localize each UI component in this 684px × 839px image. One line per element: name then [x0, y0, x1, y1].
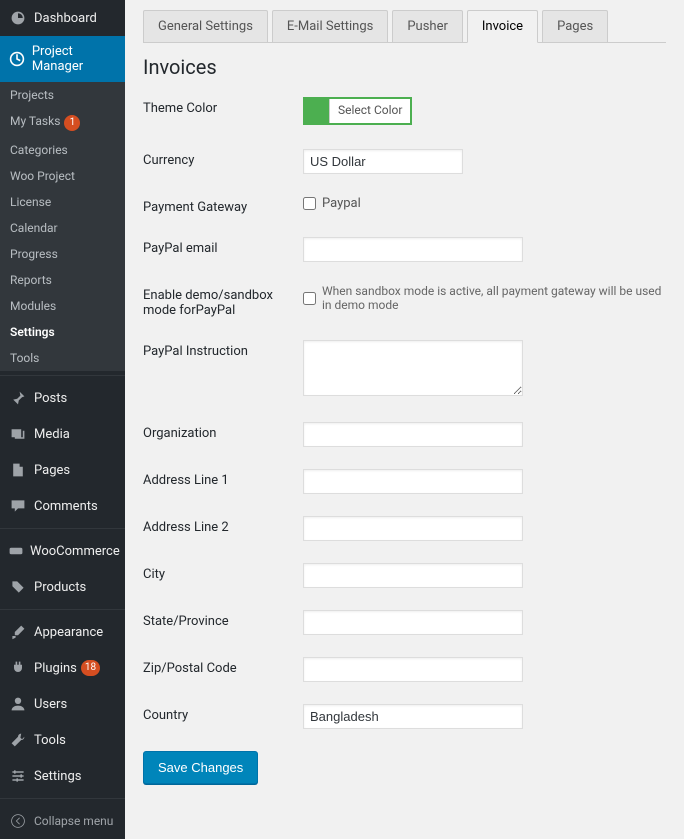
sidebar-item-comments[interactable]: Comments [0, 488, 125, 524]
sidebar-item-posts[interactable]: Posts [0, 380, 125, 416]
gateway-label: Payment Gateway [143, 196, 303, 215]
select-color-button[interactable]: Select Color [303, 97, 412, 125]
city-input[interactable] [303, 563, 523, 588]
pin-icon [8, 388, 28, 408]
products-icon [8, 577, 28, 597]
zip-input[interactable] [303, 657, 523, 682]
tab-invoice[interactable]: Invoice [467, 10, 538, 43]
tab-email-settings[interactable]: E-Mail Settings [272, 10, 388, 42]
currency-input[interactable] [303, 149, 463, 174]
wrench-icon [8, 730, 28, 750]
org-label: Organization [143, 422, 303, 441]
brush-icon [8, 622, 28, 642]
sidebar-item-settings[interactable]: Settings [0, 758, 125, 794]
main-content: General Settings E-Mail Settings Pusher … [125, 0, 684, 839]
tasks-badge: 1 [64, 115, 80, 131]
page-icon [8, 460, 28, 480]
tab-pusher[interactable]: Pusher [392, 10, 463, 42]
collapse-menu[interactable]: Collapse menu [0, 803, 125, 839]
submenu-item-settings[interactable]: Settings [0, 319, 125, 345]
state-label: State/Province [143, 610, 303, 629]
addr1-label: Address Line 1 [143, 469, 303, 488]
paypal-email-label: PayPal email [143, 237, 303, 256]
country-input[interactable] [303, 704, 523, 729]
sidebar-item-dashboard[interactable]: Dashboard [0, 0, 125, 36]
sidebar-item-appearance[interactable]: Appearance [0, 614, 125, 650]
settings-tabs: General Settings E-Mail Settings Pusher … [143, 10, 666, 43]
submenu-item-modules[interactable]: Modules [0, 293, 125, 319]
color-swatch [305, 99, 329, 123]
paypal-checkbox[interactable] [303, 197, 316, 210]
org-input[interactable] [303, 422, 523, 447]
instruction-textarea[interactable] [303, 340, 523, 396]
country-label: Country [143, 704, 303, 723]
zip-label: Zip/Postal Code [143, 657, 303, 676]
select-color-label: Select Color [329, 99, 410, 123]
woo-icon [8, 541, 24, 561]
sidebar-label: Project Manager [32, 44, 117, 74]
sidebar-item-plugins[interactable]: Plugins18 [0, 650, 125, 686]
sidebar-submenu: Projects My Tasks1 Categories Woo Projec… [0, 82, 125, 371]
submenu-item-categories[interactable]: Categories [0, 137, 125, 163]
collapse-icon [8, 811, 28, 831]
submenu-item-progress[interactable]: Progress [0, 241, 125, 267]
addr2-label: Address Line 2 [143, 516, 303, 535]
theme-color-label: Theme Color [143, 97, 303, 116]
state-input[interactable] [303, 610, 523, 635]
sliders-icon [8, 766, 28, 786]
plugin-icon [8, 658, 28, 678]
submenu-item-reports[interactable]: Reports [0, 267, 125, 293]
sidebar-item-project-manager[interactable]: Project Manager [0, 36, 125, 82]
sandbox-checkbox[interactable] [303, 292, 316, 305]
submenu-item-my-tasks[interactable]: My Tasks1 [0, 108, 125, 137]
sidebar-label: Dashboard [34, 11, 97, 26]
addr1-input[interactable] [303, 469, 523, 494]
addr2-input[interactable] [303, 516, 523, 541]
project-manager-icon [8, 49, 26, 69]
plugins-badge: 18 [81, 660, 100, 676]
sandbox-label: Enable demo/sandbox mode forPayPal [143, 284, 303, 318]
paypal-email-input[interactable] [303, 237, 523, 262]
comment-icon [8, 496, 28, 516]
admin-sidebar: Dashboard Project Manager Projects My Ta… [0, 0, 125, 839]
sidebar-item-tools[interactable]: Tools [0, 722, 125, 758]
page-title: Invoices [143, 55, 666, 79]
submenu-item-calendar[interactable]: Calendar [0, 215, 125, 241]
sidebar-item-media[interactable]: Media [0, 416, 125, 452]
tab-pages[interactable]: Pages [542, 10, 608, 42]
submenu-item-woo-project[interactable]: Woo Project [0, 163, 125, 189]
currency-label: Currency [143, 149, 303, 168]
paypal-option-label: Paypal [322, 196, 361, 211]
instruction-label: PayPal Instruction [143, 340, 303, 359]
sidebar-item-users[interactable]: Users [0, 686, 125, 722]
submenu-item-tools[interactable]: Tools [0, 345, 125, 371]
tab-general-settings[interactable]: General Settings [143, 10, 268, 42]
submenu-item-projects[interactable]: Projects [0, 82, 125, 108]
media-icon [8, 424, 28, 444]
sidebar-item-products[interactable]: Products [0, 569, 125, 605]
submenu-item-license[interactable]: License [0, 189, 125, 215]
sandbox-hint: When sandbox mode is active, all payment… [322, 284, 666, 312]
user-icon [8, 694, 28, 714]
city-label: City [143, 563, 303, 582]
dashboard-icon [8, 8, 28, 28]
sidebar-item-pages[interactable]: Pages [0, 452, 125, 488]
save-changes-button[interactable]: Save Changes [143, 751, 258, 784]
sidebar-item-woocommerce[interactable]: WooCommerce [0, 533, 125, 569]
